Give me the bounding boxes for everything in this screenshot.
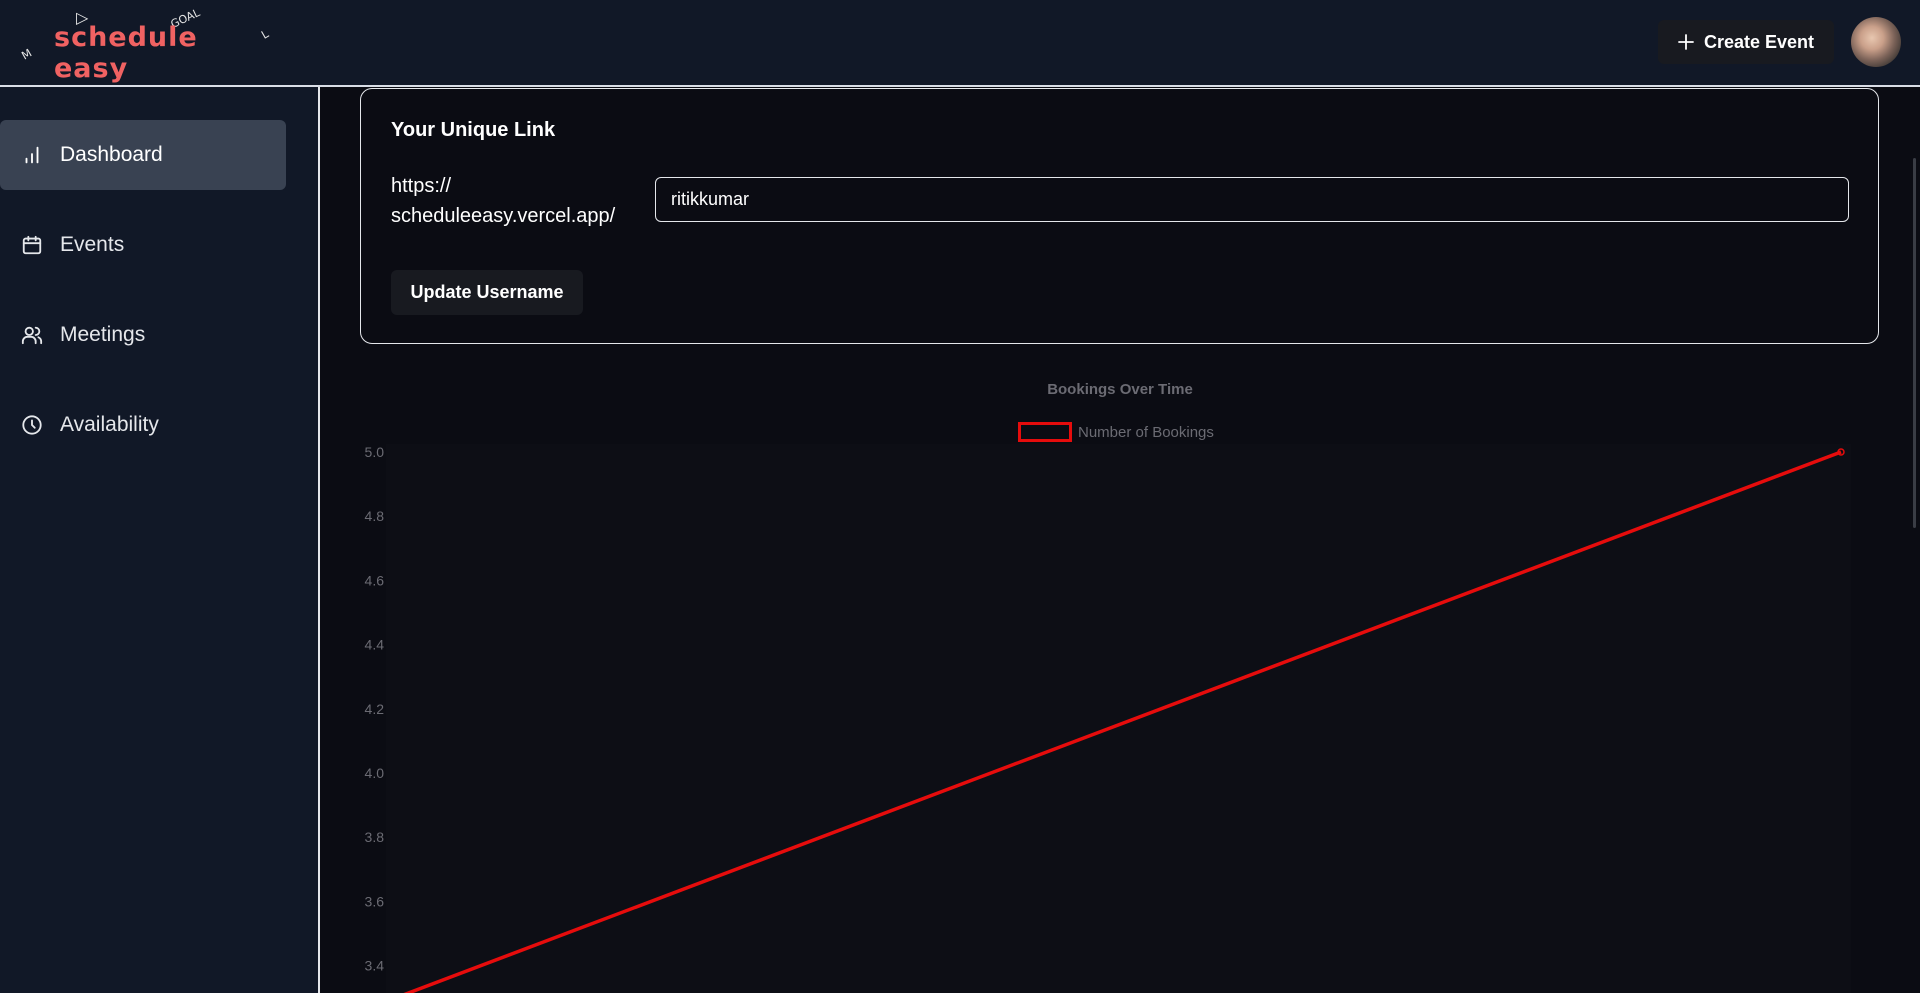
sidebar-item-label: Meetings bbox=[60, 323, 146, 346]
y-tick-label: 4.4 bbox=[365, 637, 385, 653]
sidebar-item-label: Events bbox=[60, 233, 125, 256]
sidebar: Dashboard Events Meetings Availability bbox=[0, 87, 320, 993]
sidebar-item-meetings[interactable]: Meetings bbox=[0, 300, 286, 370]
sidebar-item-availability[interactable]: Availability bbox=[0, 390, 286, 460]
plot-area bbox=[386, 444, 1851, 993]
user-avatar[interactable] bbox=[1851, 17, 1901, 67]
y-tick-label: 4.0 bbox=[365, 765, 385, 781]
page-scrollbar[interactable] bbox=[1913, 158, 1916, 528]
create-event-label: Create Event bbox=[1703, 31, 1815, 52]
card-title: Your Unique Link bbox=[391, 119, 556, 141]
url-prefix: https:// scheduleeasy.vercel.app/ bbox=[391, 175, 616, 227]
plus-icon bbox=[1678, 34, 1694, 50]
y-tick-label: 4.8 bbox=[365, 508, 385, 524]
create-event-button[interactable]: Create Event bbox=[1658, 20, 1834, 64]
logo-text: schedule easy bbox=[54, 22, 198, 84]
update-username-button[interactable]: Update Username bbox=[391, 270, 583, 315]
top-header: ▷ GOAL M L schedule easy Create Event bbox=[0, 0, 1920, 87]
username-input[interactable] bbox=[655, 177, 1849, 222]
logo[interactable]: ▷ GOAL M L schedule easy bbox=[10, 0, 280, 84]
calendar-icon bbox=[20, 233, 44, 257]
unique-link-card: Your Unique Link https:// scheduleeasy.v… bbox=[360, 88, 1879, 344]
logo-deco-left: M bbox=[19, 46, 35, 63]
y-tick-label: 4.2 bbox=[365, 701, 385, 717]
sidebar-item-dashboard[interactable]: Dashboard bbox=[0, 120, 286, 190]
y-tick-label: 3.4 bbox=[365, 958, 385, 974]
sidebar-item-label: Dashboard bbox=[60, 143, 163, 166]
bookings-line-chart: 5.0 4.8 4.6 4.4 4.2 4.0 3.8 3.6 3.4 bbox=[365, 444, 1851, 993]
y-tick-label: 3.6 bbox=[365, 893, 385, 909]
sidebar-item-events[interactable]: Events bbox=[0, 210, 286, 280]
y-tick-label: 5.0 bbox=[365, 444, 385, 460]
chart-title: Bookings Over Time bbox=[1047, 381, 1193, 398]
clock-icon bbox=[20, 413, 44, 437]
y-tick-label: 3.8 bbox=[365, 829, 385, 845]
sidebar-item-label: Availability bbox=[60, 413, 159, 436]
y-tick-label: 4.6 bbox=[365, 572, 385, 588]
users-icon bbox=[20, 323, 44, 347]
bar-chart-icon bbox=[20, 143, 44, 167]
